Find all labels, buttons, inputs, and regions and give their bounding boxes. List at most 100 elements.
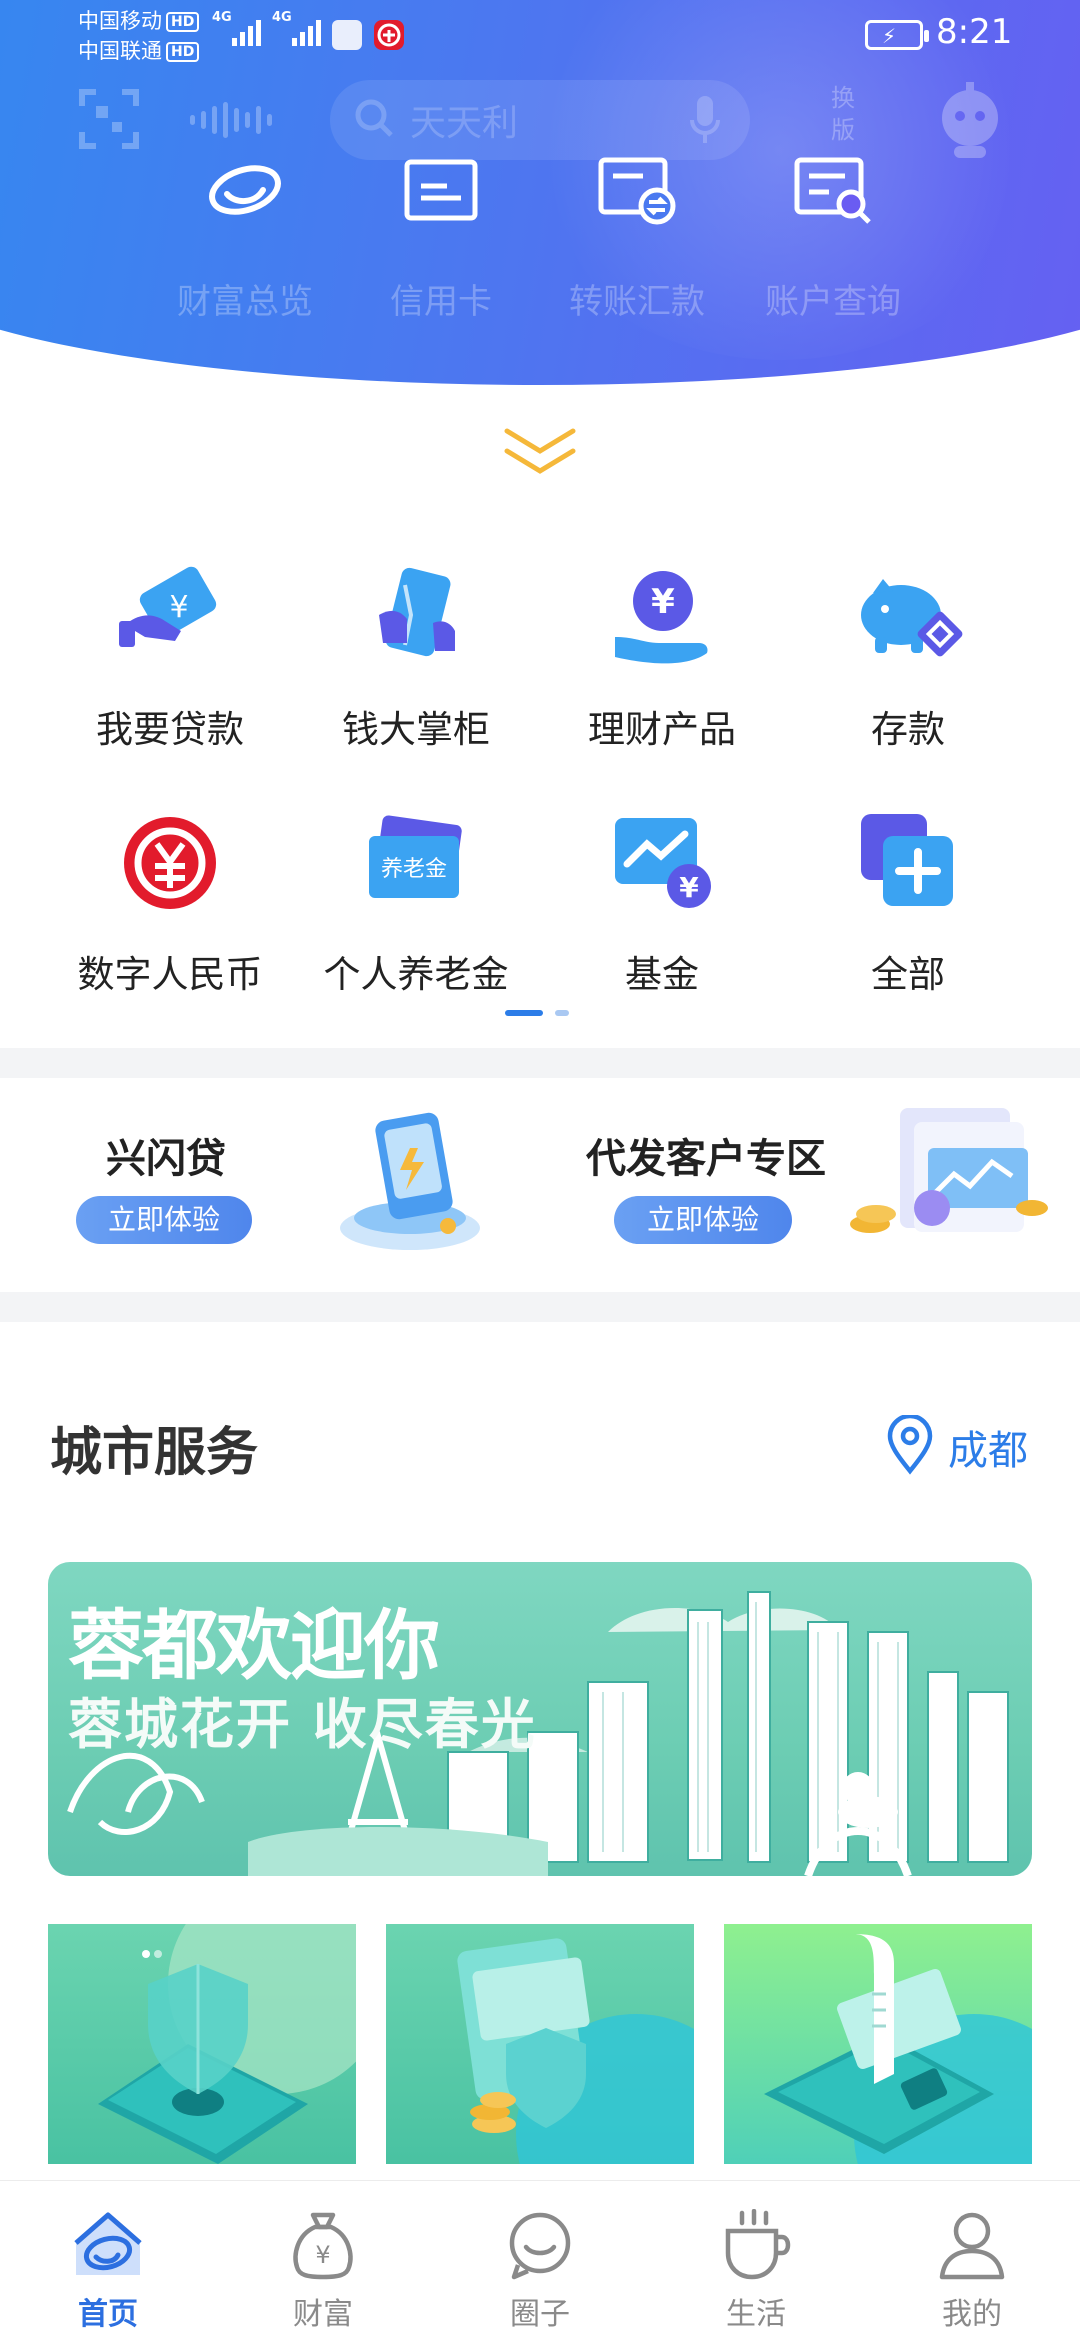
svg-text:¥: ¥ (315, 2241, 330, 2269)
quick-action-label: 转账汇款 (569, 282, 705, 322)
nav-tab-wealth[interactable]: ¥ 财富 (253, 2209, 393, 2333)
service-tile[interactable] (724, 1924, 1032, 2164)
grid-item-label: 基金 (625, 953, 699, 996)
notification-app-icon (332, 20, 362, 50)
digital-rmb-status-icon (374, 20, 404, 50)
quick-action-label: 信用卡 (390, 282, 492, 322)
grid-item-fund[interactable]: ¥ 基金 (539, 808, 785, 998)
service-tile[interactable] (48, 1924, 356, 2164)
grid-item-qiandazhanggui[interactable]: 钱大掌柜 (293, 563, 539, 753)
nav-label: 首页 (78, 2297, 138, 2332)
search-placeholder: 天天利 (410, 103, 519, 144)
carrier-1: 中国移动 (78, 9, 162, 33)
network-type: 4G (212, 10, 232, 25)
circle-chat-icon (509, 2212, 571, 2280)
pension-icon: 养老金 (369, 815, 462, 898)
transfer-icon (598, 157, 676, 225)
hd-badge: HD (166, 12, 200, 32)
grid-item-pension[interactable]: 养老金 个人养老金 (293, 808, 539, 998)
voice-wave-icon[interactable] (190, 102, 272, 138)
page-dot-active (505, 1010, 543, 1016)
grid-page-indicator (505, 1010, 569, 1016)
all-services-icon (861, 814, 953, 906)
banner-subtitle: 蓉城花开 收尽春光 (68, 1693, 537, 1756)
grid-item-label: 数字人民币 (77, 953, 263, 996)
network-type: 4G (272, 10, 292, 25)
nav-label: 生活 (726, 2297, 786, 2332)
quick-action-account-query[interactable]: 账户查询 (748, 148, 918, 323)
grid-item-label: 全部 (871, 953, 945, 996)
quick-action-credit-card[interactable]: 信用卡 (356, 148, 526, 323)
wealth-bag-icon: ¥ (293, 2212, 353, 2280)
nav-tab-circle[interactable]: 圈子 (470, 2209, 610, 2333)
qiandazhanggui-icon (379, 567, 455, 657)
wealth-overview-icon (209, 165, 281, 215)
promo-try-button[interactable]: 立即体验 (614, 1196, 792, 1244)
status-bar: 中国移动 HD 中国联通 HD 4G 4G ⚡ 8:21 (0, 0, 1080, 70)
security-phone-illustration (98, 1924, 356, 2164)
search-icon (355, 99, 393, 137)
nav-label: 圈子 (510, 2297, 570, 2332)
bottom-navigation: 首页 ¥ 财富 圈子 生活 我的 (0, 2180, 1080, 2340)
phone-illustration (340, 1112, 480, 1250)
header: 中国移动 HD 中国联通 HD 4G 4G ⚡ 8:21 天天利 换 版 财富总… (0, 0, 1080, 395)
promo-try-button[interactable]: 立即体验 (76, 1196, 252, 1244)
quick-actions: 财富总览 信用卡 转账汇款 账户查询 (0, 148, 1080, 322)
credit-card-icon (404, 159, 478, 221)
grid-item-digital-rmb[interactable]: 数字人民币 (47, 808, 293, 998)
location-pin-icon[interactable] (885, 1415, 935, 1475)
grid-item-wealth-product[interactable]: ¥ 理财产品 (539, 563, 785, 753)
expand-chevron-icon[interactable] (503, 425, 577, 479)
promo-title: 代发客户专区 (586, 1136, 826, 1182)
promo-row: 兴闪贷 立即体验 代发客户专区 立即体验 (0, 1078, 1080, 1292)
nav-tab-life[interactable]: 生活 (686, 2209, 826, 2333)
quick-action-label: 财富总览 (177, 282, 313, 322)
grid-item-deposit[interactable]: 存款 (785, 563, 1031, 753)
grid-item-label: 我要贷款 (96, 708, 244, 751)
bank-card-illustration (457, 1938, 694, 2164)
section-divider (0, 1292, 1080, 1322)
account-query-icon (794, 157, 871, 224)
microphone-icon[interactable] (690, 94, 720, 144)
scan-icon[interactable] (78, 88, 140, 150)
grid-item-loan[interactable]: ¥ 我要贷款 (47, 563, 293, 753)
svg-text:¥: ¥ (679, 871, 699, 904)
signal-icon: 4G (272, 10, 321, 46)
svg-text:¥: ¥ (651, 582, 675, 622)
switch-version-label: 换 (831, 84, 855, 112)
svg-text:¥: ¥ (169, 590, 188, 625)
carrier-2: 中国联通 (78, 39, 162, 63)
battery-icon: ⚡ (865, 20, 929, 50)
nav-tab-home[interactable]: 首页 (38, 2209, 178, 2333)
quick-action-wealth-overview[interactable]: 财富总览 (160, 148, 330, 323)
loan-icon: ¥ (119, 566, 217, 647)
piggy-bank-icon (861, 579, 963, 657)
digital-rmb-icon (124, 817, 216, 909)
pension-card-text: 养老金 (381, 857, 447, 882)
switch-version-button[interactable]: 换 版 (808, 82, 878, 152)
nav-label: 财富 (293, 2297, 353, 2332)
nav-label: 我的 (942, 2297, 1002, 2332)
grid-item-label: 理财产品 (588, 708, 736, 751)
city-service-tiles (48, 1924, 1032, 2164)
home-icon (74, 2212, 142, 2275)
grid-item-label: 个人养老金 (323, 953, 509, 996)
service-tile[interactable] (386, 1924, 694, 2164)
grid-item-label: 钱大掌柜 (342, 708, 490, 751)
city-service-title: 城市服务 (50, 1423, 259, 1483)
clock: 8:21 (936, 12, 1013, 52)
nav-tab-mine[interactable]: 我的 (902, 2209, 1042, 2333)
quick-action-transfer[interactable]: 转账汇款 (552, 148, 722, 323)
city-banner[interactable]: 蓉都欢迎你 蓉城花开 收尽春光 (48, 1562, 1032, 1876)
carrier-info: 中国移动 HD 中国联通 HD (78, 6, 200, 66)
wealth-product-icon: ¥ (615, 571, 708, 664)
coffee-cup-icon (725, 2209, 791, 2280)
city-selector[interactable]: 成都 (948, 1418, 1028, 1476)
receipt-phone-illustration (764, 1934, 1032, 2164)
section-divider (0, 1048, 1080, 1078)
grid-item-all[interactable]: 全部 (785, 808, 1031, 998)
profile-icon (939, 2212, 1005, 2280)
page-dot (555, 1010, 569, 1016)
grid-item-label: 存款 (871, 708, 945, 751)
hd-badge: HD (166, 42, 200, 62)
